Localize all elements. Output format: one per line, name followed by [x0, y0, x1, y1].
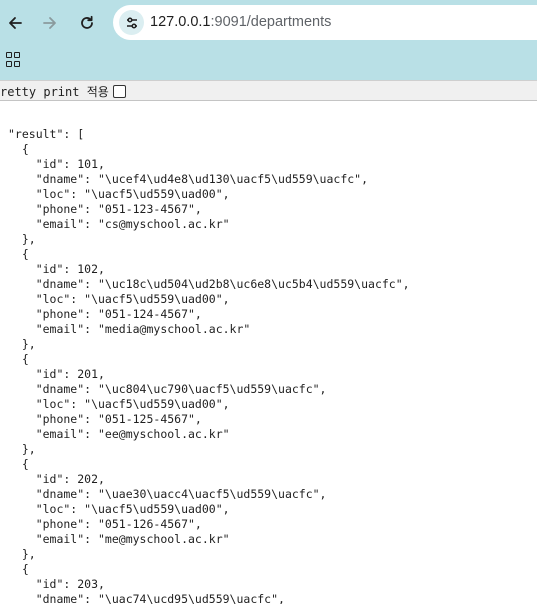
pretty-print-control[interactable]: retty print 적용: [0, 83, 126, 100]
json-line: "id": 102,: [8, 262, 105, 276]
json-line: },: [8, 442, 36, 456]
json-line: {: [8, 142, 29, 156]
arrow-right-icon[interactable]: [38, 11, 62, 35]
url-text[interactable]: 127.0.0.1:9091/departments: [150, 14, 331, 30]
json-line: "id": 201,: [8, 367, 105, 381]
json-line: "id": 101,: [8, 157, 105, 171]
json-content: "result": [ { "id": 101, "dname": "\ucef…: [8, 127, 410, 604]
json-line: },: [8, 547, 36, 561]
json-line: "phone": "051-126-4567",: [8, 517, 202, 531]
json-line: {: [8, 352, 29, 366]
json-line: "loc": "\uacf5\ud559\uad00",: [8, 502, 230, 516]
json-line: "phone": "051-124-4567",: [8, 307, 202, 321]
browser-toolbar: 127.0.0.1:9091/departments: [0, 0, 537, 80]
json-line: "dname": "\uc804\uc790\uacf5\ud559\uacfc…: [8, 382, 327, 396]
arrow-left-icon[interactable]: [3, 11, 27, 35]
json-line: {: [8, 247, 29, 261]
json-line: "dname": "\ucef4\ud4e8\ud130\uacf5\ud559…: [8, 172, 369, 186]
json-line: "dname": "\uc18c\ud504\ud2b8\uc6e8\uc5b4…: [8, 277, 410, 291]
json-line: "email": "media@myschool.ac.kr": [8, 322, 251, 336]
tune-icon[interactable]: [119, 10, 144, 35]
json-line: "dname": "\uac74\ucd95\ud559\uacfc",: [8, 592, 285, 604]
pretty-print-bar: retty print 적용: [0, 80, 537, 101]
json-line: {: [8, 457, 29, 471]
address-bar[interactable]: 127.0.0.1:9091/departments: [113, 5, 537, 40]
pretty-print-label: retty print 적용: [0, 85, 109, 99]
json-line: "dname": "\uae30\uacc4\uacf5\ud559\uacfc…: [8, 487, 327, 501]
json-line: "loc": "\uacf5\ud559\uad00",: [8, 292, 230, 306]
url-host: 127.0.0.1: [150, 14, 211, 30]
json-line: "loc": "\uacf5\ud559\uad00",: [8, 397, 230, 411]
json-line: {: [8, 562, 29, 576]
pretty-print-checkbox[interactable]: [112, 85, 126, 98]
reload-icon[interactable]: [75, 11, 99, 35]
json-line: "phone": "051-123-4567",: [8, 202, 202, 216]
apps-grid-icon[interactable]: [6, 52, 22, 68]
url-path: :9091/departments: [210, 14, 332, 30]
json-line: "id": 203,: [8, 577, 105, 591]
json-line: "email": "ee@myschool.ac.kr": [8, 427, 230, 441]
json-line: "id": 202,: [8, 472, 105, 486]
json-line: },: [8, 232, 36, 246]
json-line: },: [8, 337, 36, 351]
json-line: "email": "cs@myschool.ac.kr": [8, 217, 230, 231]
json-line: "result": [: [8, 127, 85, 141]
json-line: "email": "me@myschool.ac.kr": [8, 532, 230, 546]
json-line: "loc": "\uacf5\ud559\uad00",: [8, 187, 230, 201]
json-line: "phone": "051-125-4567",: [8, 412, 202, 426]
